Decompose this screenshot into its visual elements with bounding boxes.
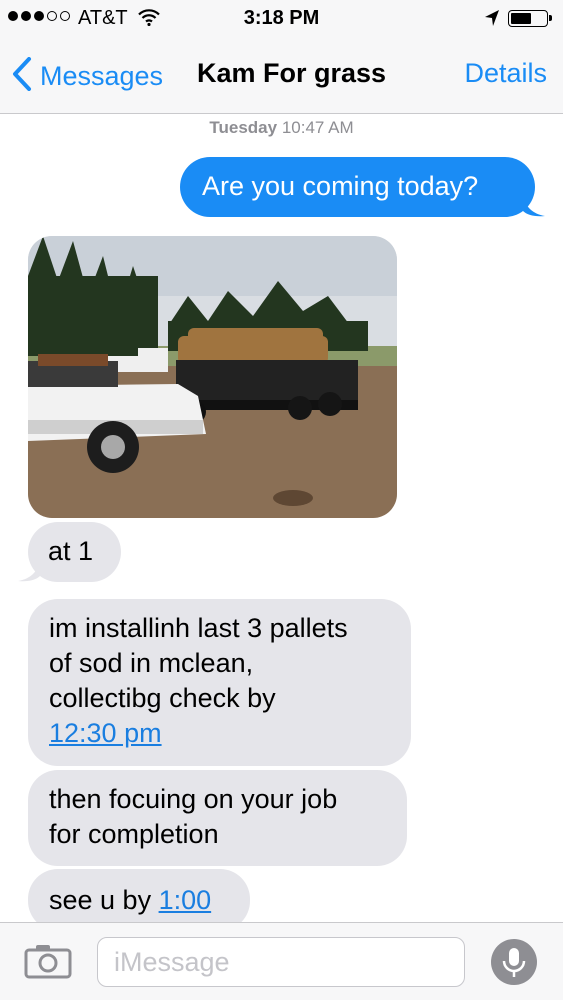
bubble-tail — [523, 195, 545, 217]
navigation-bar: Messages Kam For grass Details — [0, 38, 563, 114]
chevron-left-icon — [12, 56, 32, 96]
conversation-title: Kam For grass — [197, 58, 387, 88]
message-line: of sod in mclean, — [49, 648, 254, 678]
message-line: collectibg check by — [49, 683, 276, 713]
incoming-message-bubble[interactable]: then focuing on your job for completion — [28, 770, 407, 866]
message-line: then focuing on your job — [49, 784, 338, 814]
back-label: Messages — [40, 60, 164, 91]
incoming-message-bubble[interactable]: im installinh last 3 pallets of sod in m… — [28, 599, 411, 766]
status-time: 3:18 PM — [243, 7, 320, 29]
bubble-tail — [18, 560, 40, 582]
back-button[interactable]: Messages — [12, 56, 163, 96]
message-text: Are you coming today? — [202, 171, 479, 201]
details-button[interactable]: Details — [464, 58, 547, 89]
location-arrow-icon — [484, 9, 500, 32]
message-text: at 1 — [48, 536, 94, 566]
message-input-bar — [0, 922, 563, 1000]
camera-icon[interactable] — [24, 943, 72, 984]
incoming-photo[interactable] — [28, 236, 397, 518]
outgoing-message-bubble[interactable]: Are you coming today? — [180, 157, 545, 217]
time-link[interactable]: 1:00 — [159, 885, 212, 915]
battery-icon — [508, 10, 552, 27]
message-text: see u by — [49, 885, 159, 915]
message-line: for completion — [49, 819, 219, 849]
incoming-message-bubble[interactable]: at 1 — [18, 522, 121, 582]
timestamp-day: Tuesday — [209, 118, 278, 137]
time-link[interactable]: 12:30 pm — [49, 718, 162, 748]
microphone-button[interactable] — [491, 939, 537, 985]
timestamp-time: 10:47 AM — [281, 118, 354, 137]
status-bar: AT&T 3:18 PM — [0, 0, 563, 38]
message-timestamp: Tuesday 10:47 AM — [0, 118, 563, 138]
microphone-icon — [491, 948, 537, 989]
message-line: im installinh last 3 pallets — [49, 613, 348, 643]
imessage-input[interactable] — [97, 937, 465, 987]
